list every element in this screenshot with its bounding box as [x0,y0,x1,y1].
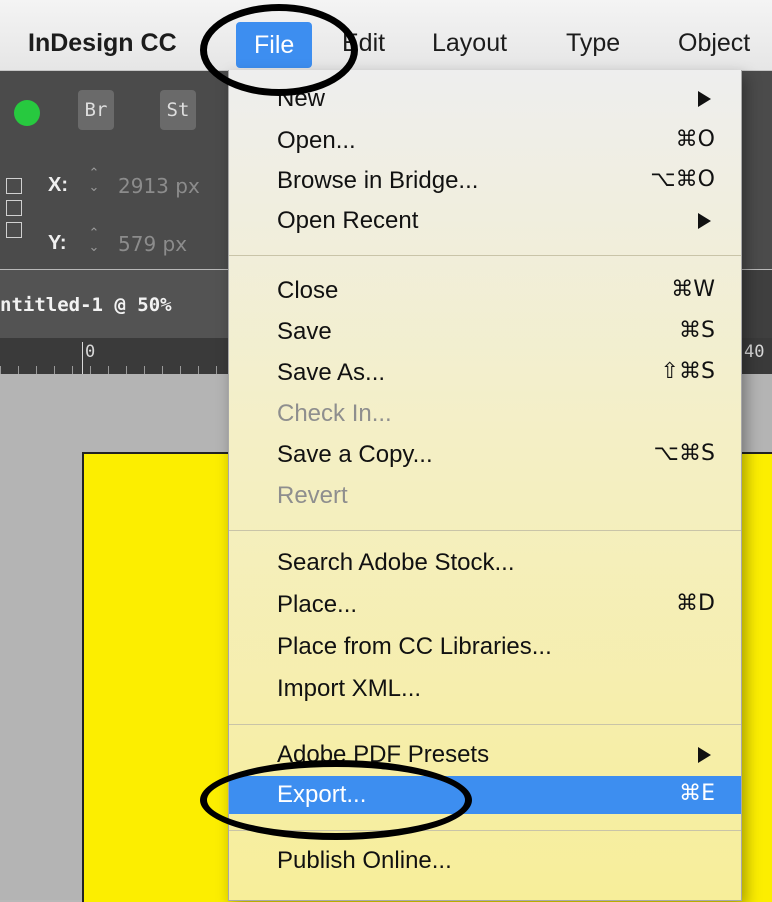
menu-item-label: Save a Copy... [277,441,433,468]
ruler-40-label: 40 [744,342,765,362]
menu-bar: InDesign CC File Edit Layout Type Object [0,0,772,71]
y-position-field[interactable]: 579 px [118,232,187,256]
submenu-arrow-icon [698,747,711,763]
menu-item-place[interactable]: Place... ⌘D [229,586,741,624]
menu-item-shortcut: ⌥⌘S [653,441,715,466]
menu-layout[interactable]: Layout [432,0,507,70]
menu-item-save[interactable]: Save ⌘S [229,313,741,351]
menu-item-label: Browse in Bridge... [277,167,479,194]
menu-item-check-in: Check In... [229,395,741,433]
menu-item-label: Publish Online... [277,847,452,874]
menu-item-label: Open... [277,127,356,154]
menu-item-label: Place from CC Libraries... [277,633,552,660]
menu-item-search-adobe-stock[interactable]: Search Adobe Stock... [229,544,741,582]
menu-item-label: Check In... [277,400,392,427]
menu-item-shortcut: ⌘D [676,591,715,616]
menu-item-label: Import XML... [277,675,422,702]
menu-item-save-as[interactable]: Save As... ⇧⌘S [229,354,741,392]
menu-item-label: Place... [277,591,358,618]
menu-item-publish-online[interactable]: Publish Online... [229,842,741,880]
ruler-zero-tick [82,342,83,374]
menu-type[interactable]: Type [566,0,620,70]
y-label: Y: [48,232,67,254]
submenu-arrow-icon [698,91,711,107]
reference-point-icon[interactable] [6,178,22,238]
highlight-oval-file [200,4,358,96]
menu-item-save-a-copy[interactable]: Save a Copy... ⌥⌘S [229,436,741,474]
menu-item-browse-in-bridge[interactable]: Browse in Bridge... ⌥⌘O [229,162,741,200]
menu-item-shortcut: ⇧⌘S [660,359,715,384]
menu-object[interactable]: Object [678,0,750,70]
ruler-ticks [0,366,230,374]
menu-item-label: Revert [277,482,348,509]
menu-separator [229,255,741,256]
stock-button[interactable]: St [160,90,196,130]
window-zoom-button[interactable] [14,100,40,126]
menu-item-label: Search Adobe Stock... [277,549,515,576]
submenu-arrow-icon [698,213,711,229]
menu-item-shortcut: ⌘O [675,127,715,152]
menu-item-label: Open Recent [277,207,419,234]
menu-item-label: Save As... [277,359,386,386]
x-stepper-icon[interactable]: ⌃ ⌄ [86,166,102,198]
menu-item-shortcut: ⌥⌘O [650,167,715,192]
x-position-field[interactable]: 2913 px [118,174,200,198]
bridge-button[interactable]: Br [78,90,114,130]
document-tab-label: ntitled-1 @ 50% [0,294,172,316]
menu-item-place-from-cc-libraries[interactable]: Place from CC Libraries... [229,628,741,666]
menu-item-open[interactable]: Open... ⌘O [229,122,741,160]
ruler-zero-label: 0 [85,342,96,362]
x-label: X: [48,174,68,196]
menu-item-close[interactable]: Close ⌘W [229,272,741,310]
highlight-oval-export [200,760,472,840]
y-stepper-icon[interactable]: ⌃ ⌄ [86,226,102,258]
menu-item-shortcut: ⌘E [679,781,715,806]
menu-separator [229,530,741,531]
menu-item-label: Save [277,318,332,345]
menu-item-open-recent[interactable]: Open Recent [229,202,741,240]
menu-item-label: Close [277,277,339,304]
menu-item-import-xml[interactable]: Import XML... [229,670,741,708]
menu-separator [229,724,741,725]
menu-item-shortcut: ⌘S [679,318,715,343]
menu-app-name[interactable]: InDesign CC [28,0,177,70]
menu-item-shortcut: ⌘W [671,277,715,302]
menu-item-revert: Revert [229,477,741,515]
